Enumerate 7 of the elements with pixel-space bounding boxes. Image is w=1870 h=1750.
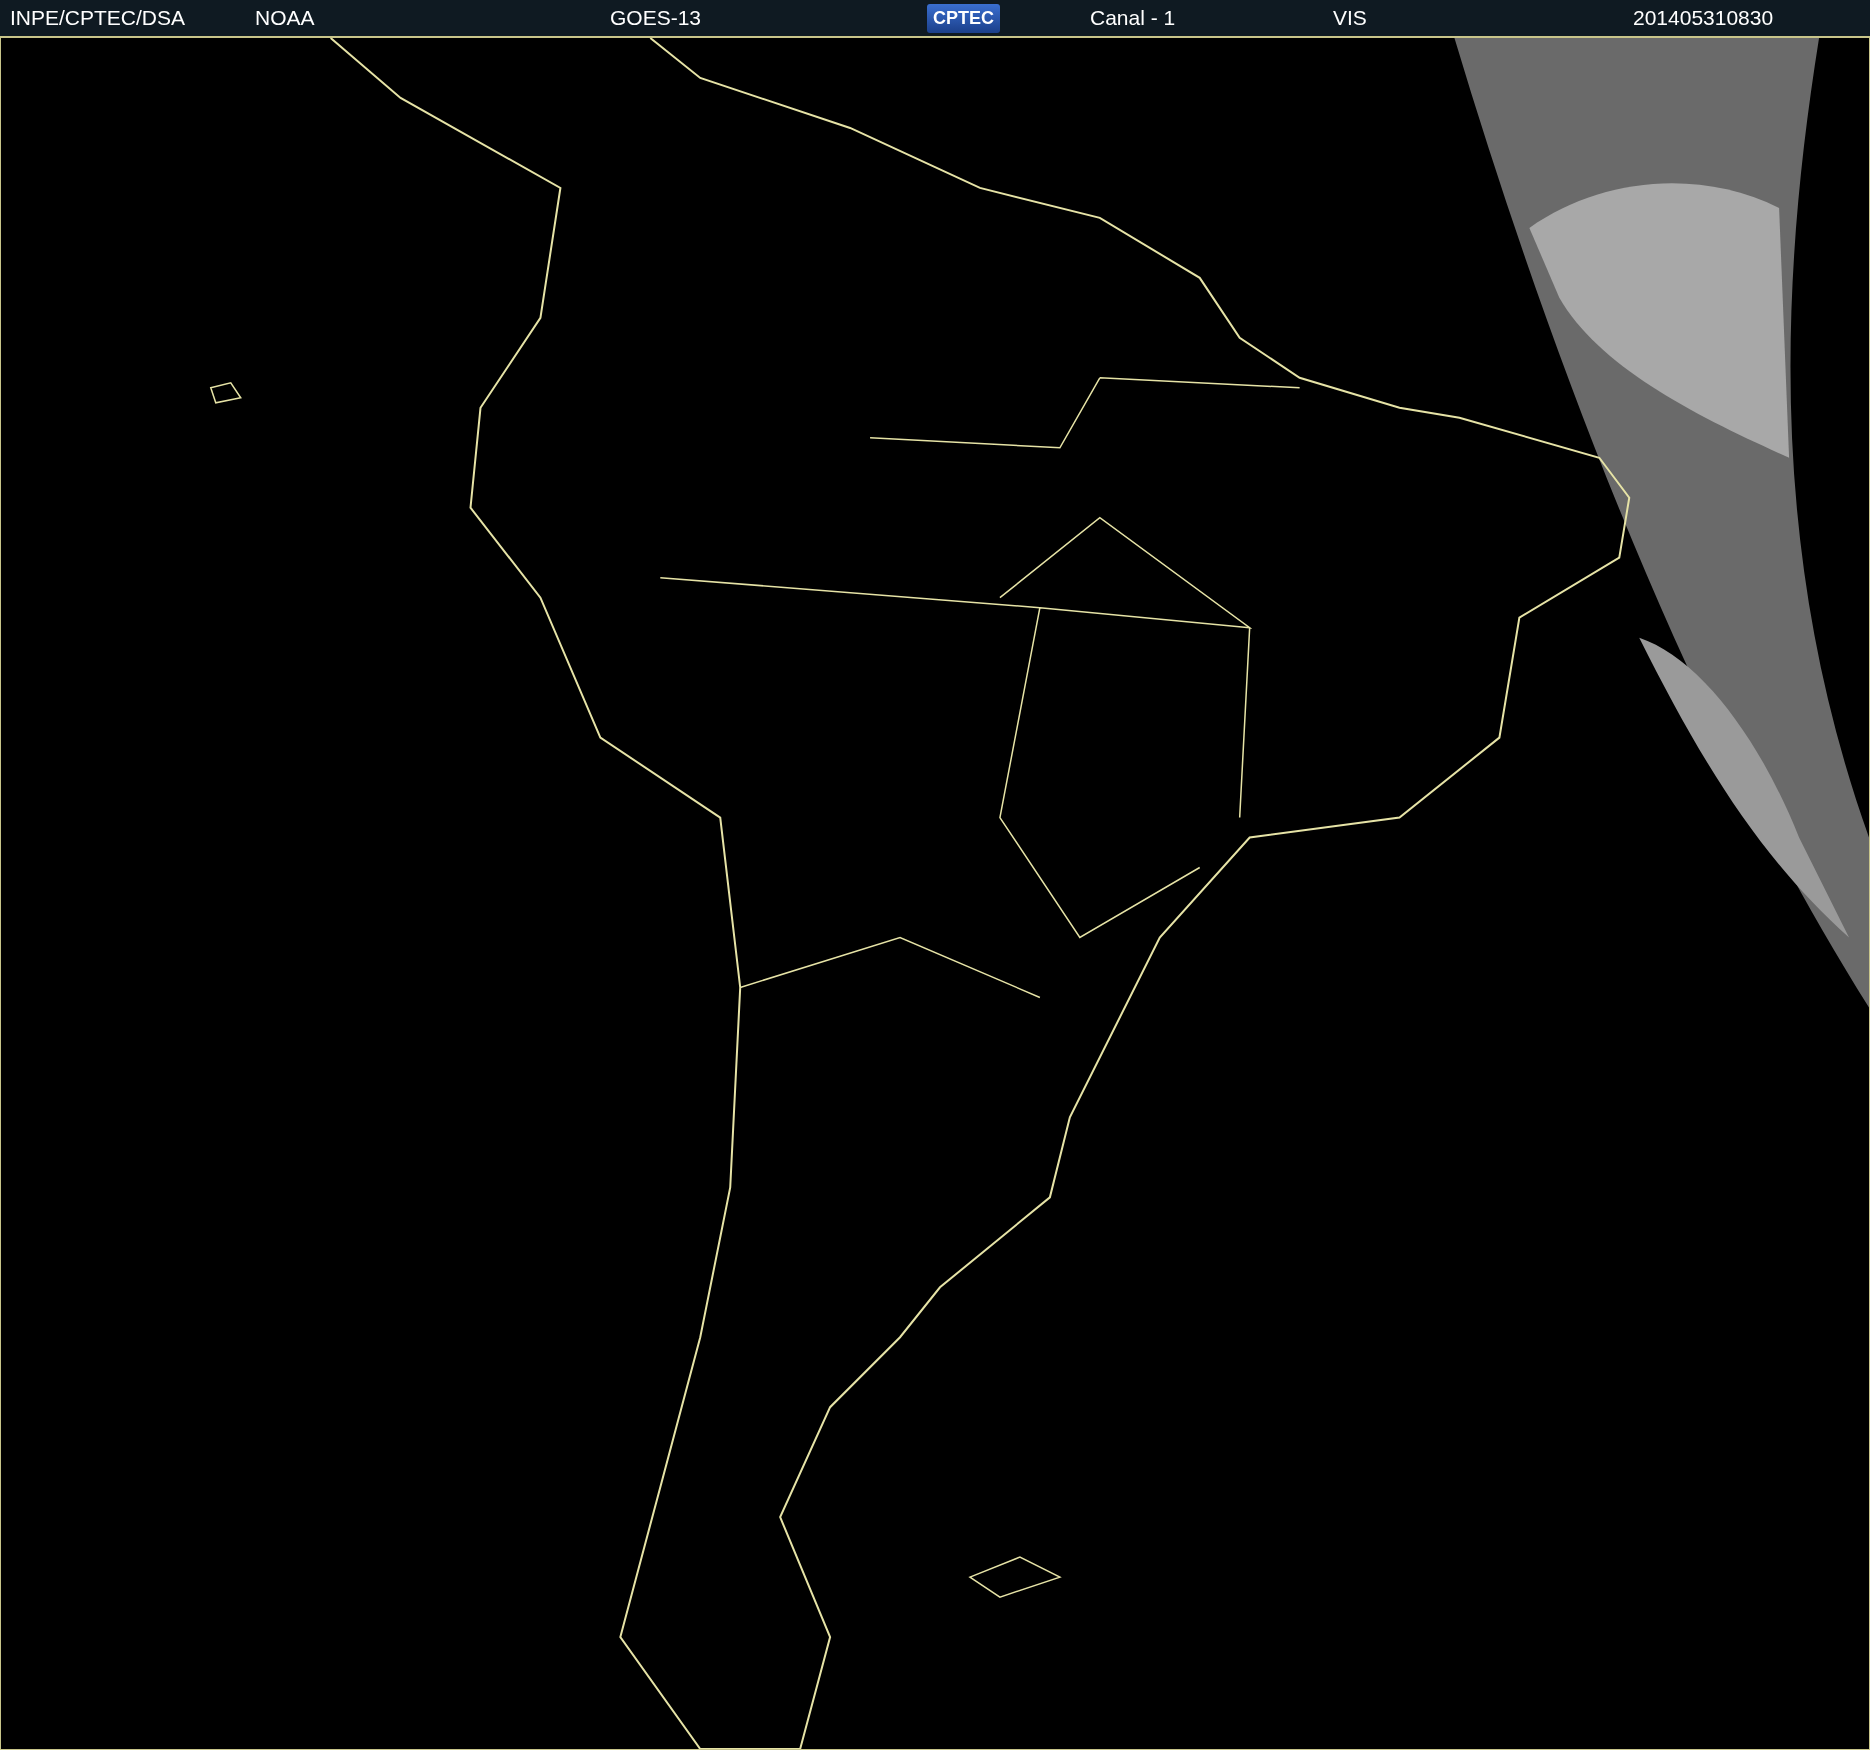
- header-label: NOAA: [255, 6, 315, 30]
- header-label: GOES-13: [610, 6, 702, 30]
- header-label: 201405310830: [1633, 6, 1774, 30]
- logo: CPTEC: [927, 3, 1000, 33]
- header-label: INPE/CPTEC/DSA: [10, 6, 186, 30]
- header-label: VIS: [1333, 6, 1367, 30]
- header-label: Canal - 1: [1090, 6, 1176, 30]
